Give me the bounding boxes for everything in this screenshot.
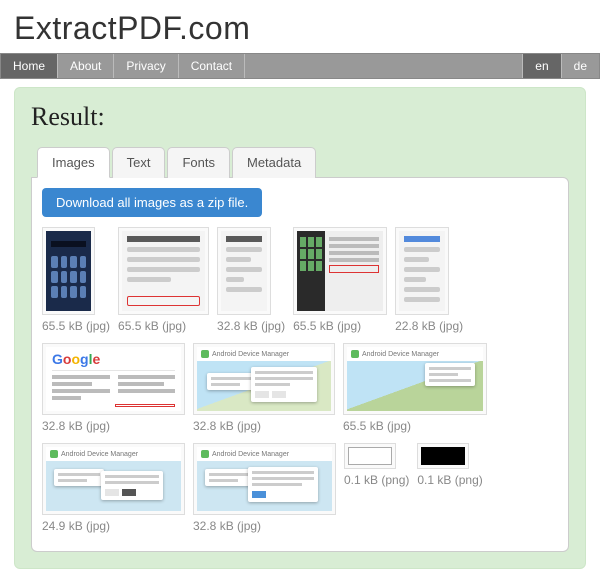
nav-home[interactable]: Home bbox=[1, 54, 58, 78]
thumbnail[interactable]: Android Device Manager bbox=[42, 443, 185, 515]
image-item[interactable]: 65.5 kB (jpg) bbox=[42, 227, 110, 333]
screenshot-icon: Android Device Manager bbox=[46, 447, 181, 511]
thumbnail[interactable]: Google bbox=[42, 343, 185, 415]
thumbnail[interactable] bbox=[42, 227, 95, 315]
image-item[interactable]: Android Device Manager 32.8 kB (jpg) bbox=[193, 343, 335, 433]
lang-en[interactable]: en bbox=[522, 54, 560, 78]
navbar: Home About Privacy Contact en de bbox=[0, 53, 600, 79]
thumbnail[interactable]: Android Device Manager bbox=[193, 343, 335, 415]
nav-lang: en de bbox=[522, 54, 599, 78]
tabs: Images Text Fonts Metadata bbox=[31, 146, 569, 177]
thumbnail[interactable] bbox=[217, 227, 271, 315]
image-item[interactable]: Google 32.8 kB (jpg) bbox=[42, 343, 185, 433]
image-row: Google 32.8 kB (jpg) Android Device Mana… bbox=[42, 343, 558, 433]
swatch-icon bbox=[348, 447, 392, 465]
screenshot-icon bbox=[46, 231, 91, 311]
nav-contact[interactable]: Contact bbox=[179, 54, 245, 78]
image-caption: 32.8 kB (jpg) bbox=[193, 519, 336, 533]
result-panel: Result: Images Text Fonts Metadata Downl… bbox=[14, 87, 586, 569]
screenshot-icon: Android Device Manager bbox=[347, 347, 483, 411]
image-caption: 32.8 kB (jpg) bbox=[193, 419, 335, 433]
image-caption: 32.8 kB (jpg) bbox=[42, 419, 185, 433]
screenshot-icon bbox=[399, 231, 445, 311]
tab-text[interactable]: Text bbox=[112, 147, 166, 178]
image-caption: 24.9 kB (jpg) bbox=[42, 519, 185, 533]
thumbnail[interactable] bbox=[417, 443, 469, 469]
tab-fonts[interactable]: Fonts bbox=[167, 147, 230, 178]
image-caption: 65.5 kB (jpg) bbox=[42, 319, 110, 333]
screenshot-icon: Google bbox=[46, 347, 181, 411]
download-all-button[interactable]: Download all images as a zip file. bbox=[42, 188, 262, 217]
image-item[interactable]: 65.5 kB (jpg) bbox=[118, 227, 209, 333]
swatch-icon bbox=[421, 447, 465, 465]
screenshot-icon bbox=[297, 231, 383, 311]
image-caption: 65.5 kB (jpg) bbox=[293, 319, 387, 333]
image-caption: 65.5 kB (jpg) bbox=[118, 319, 209, 333]
site-logo: ExtractPDF.com bbox=[14, 10, 586, 47]
images-grid: 65.5 kB (jpg) 65.5 kB (jpg) 32.8 kB (jpg… bbox=[42, 227, 558, 533]
thumbnail[interactable] bbox=[118, 227, 209, 315]
image-caption: 32.8 kB (jpg) bbox=[217, 319, 285, 333]
nav-about[interactable]: About bbox=[58, 54, 114, 78]
image-caption: 22.8 kB (jpg) bbox=[395, 319, 463, 333]
image-item[interactable]: Android Device Manager 24.9 kB (jpg) bbox=[42, 443, 185, 533]
thumbnail[interactable]: Android Device Manager bbox=[193, 443, 336, 515]
thumbnail[interactable] bbox=[395, 227, 449, 315]
screenshot-icon bbox=[221, 231, 267, 311]
nav-privacy[interactable]: Privacy bbox=[114, 54, 178, 78]
image-item[interactable]: 22.8 kB (jpg) bbox=[395, 227, 463, 333]
image-item[interactable]: Android Device Manager 65.5 kB (jpg) bbox=[343, 343, 487, 433]
image-row: 65.5 kB (jpg) 65.5 kB (jpg) 32.8 kB (jpg… bbox=[42, 227, 558, 333]
image-item[interactable]: 32.8 kB (jpg) bbox=[217, 227, 285, 333]
result-title: Result: bbox=[31, 102, 569, 132]
tab-images[interactable]: Images bbox=[37, 147, 110, 178]
image-item[interactable]: 0.1 kB (png) bbox=[417, 443, 482, 533]
screenshot-icon bbox=[122, 231, 205, 311]
screenshot-icon: Android Device Manager bbox=[197, 347, 331, 411]
image-caption: 0.1 kB (png) bbox=[417, 473, 482, 487]
tab-metadata[interactable]: Metadata bbox=[232, 147, 316, 178]
screenshot-icon: Android Device Manager bbox=[197, 447, 332, 511]
image-row: Android Device Manager 24.9 kB (jpg) And… bbox=[42, 443, 558, 533]
image-caption: 0.1 kB (png) bbox=[344, 473, 409, 487]
thumbnail[interactable] bbox=[293, 227, 387, 315]
image-item[interactable]: 65.5 kB (jpg) bbox=[293, 227, 387, 333]
thumbnail[interactable]: Android Device Manager bbox=[343, 343, 487, 415]
nav-left: Home About Privacy Contact bbox=[1, 54, 522, 78]
lang-de[interactable]: de bbox=[561, 54, 599, 78]
tab-panel: Download all images as a zip file. 65.5 … bbox=[31, 177, 569, 552]
image-caption: 65.5 kB (jpg) bbox=[343, 419, 487, 433]
image-item[interactable]: Android Device Manager 32.8 kB (jpg) bbox=[193, 443, 336, 533]
thumbnail[interactable] bbox=[344, 443, 396, 469]
image-item[interactable]: 0.1 kB (png) bbox=[344, 443, 409, 533]
